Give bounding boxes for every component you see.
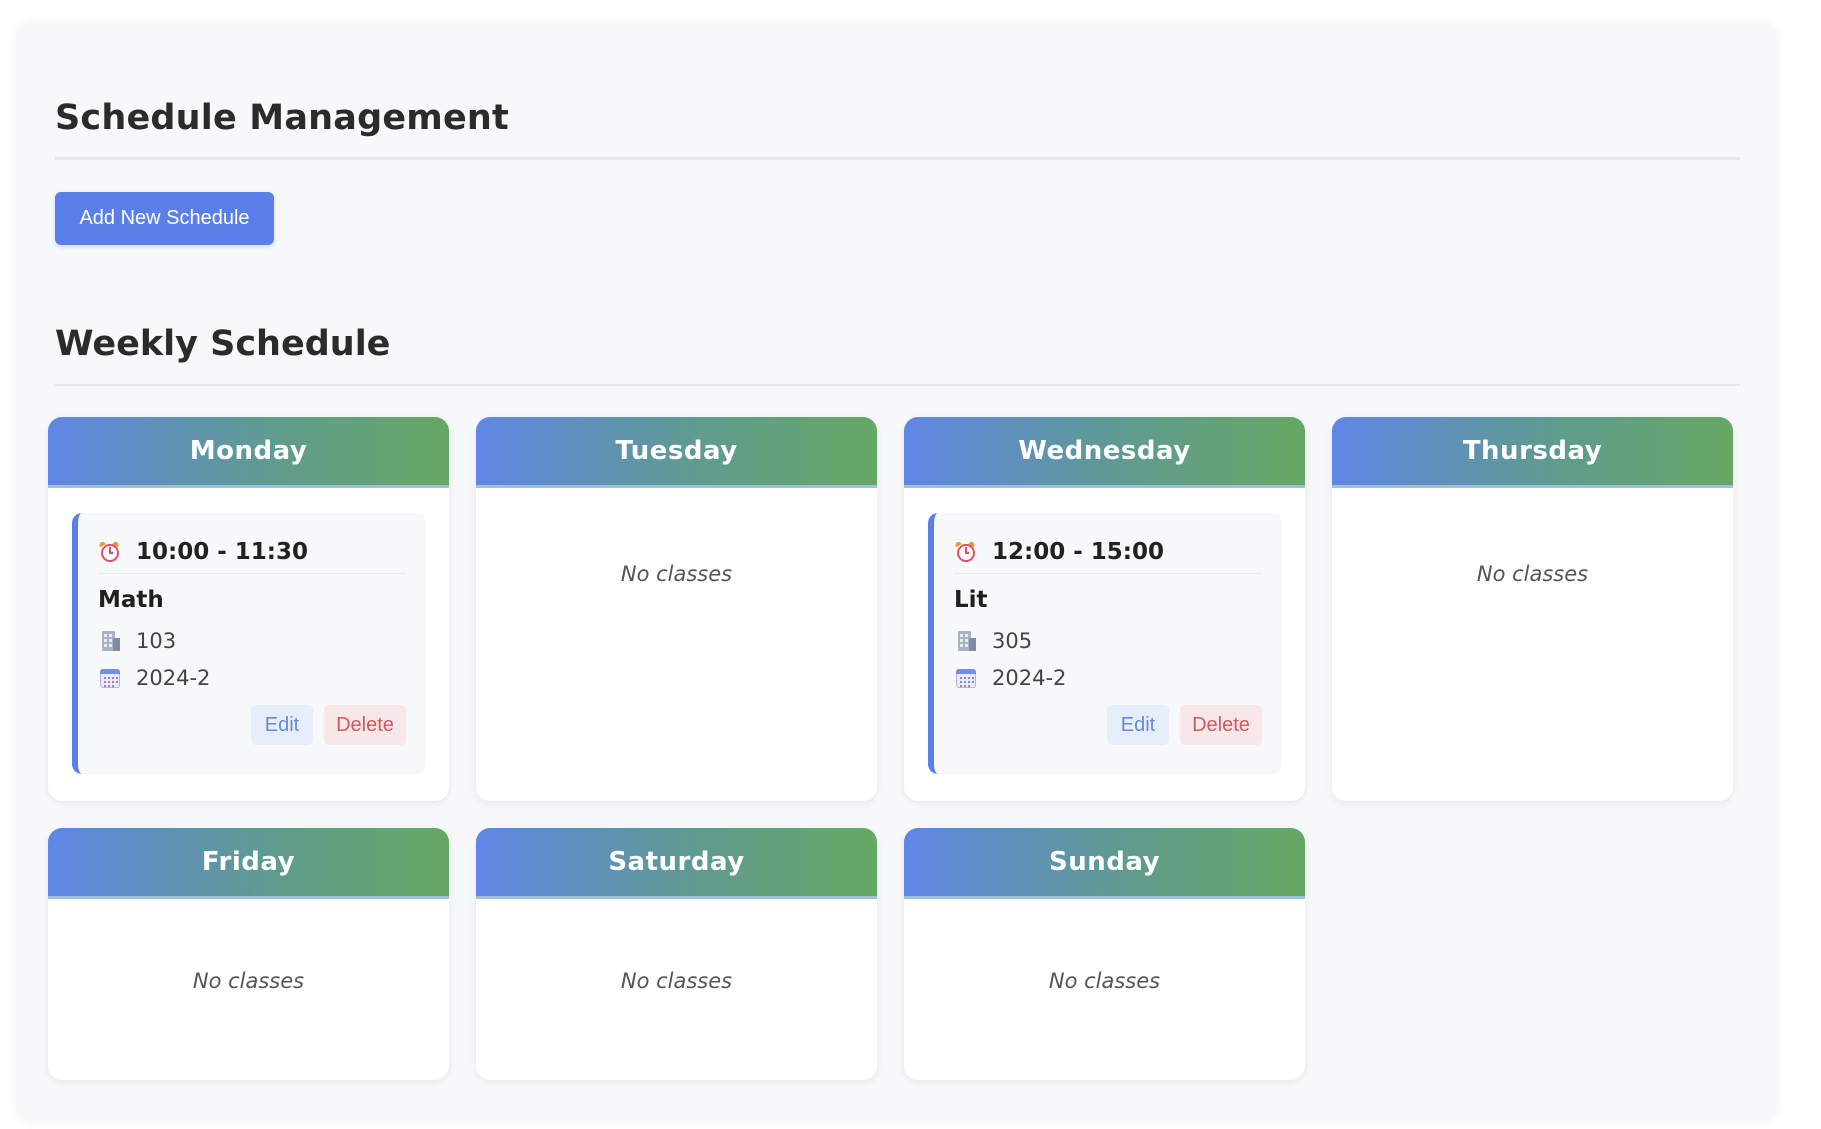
page-title: Schedule Management — [55, 98, 509, 138]
day-card-thursday: Thursday No classes — [1332, 417, 1733, 801]
day-card-saturday: Saturday No classes — [476, 828, 877, 1080]
edit-button[interactable]: Edit — [1107, 705, 1169, 745]
entry-term: 2024-2 — [954, 666, 1066, 690]
delete-button[interactable]: Delete — [324, 705, 406, 745]
entry-term-value: 2024-2 — [992, 666, 1067, 690]
day-body-sunday: No classes — [904, 899, 1305, 1080]
no-classes-label: No classes — [1048, 969, 1161, 993]
weekly-schedule-title: Weekly Schedule — [55, 324, 391, 364]
day-body-tuesday: No classes — [476, 488, 877, 801]
schedule-entry: 12:00 - 15:00 Lit 305 2024-2 Edit Delete — [928, 513, 1282, 774]
entry-subject: Math — [98, 587, 164, 613]
entry-room: 103 — [98, 629, 176, 653]
day-body-thursday: No classes — [1332, 488, 1733, 801]
day-card-wednesday: Wednesday 12:00 - 15:00 Lit 305 2024-2 E… — [904, 417, 1305, 801]
schedule-entry: 10:00 - 11:30 Math 103 2024-2 Edit Delet… — [72, 513, 426, 774]
no-classes-label: No classes — [620, 562, 733, 586]
day-header-wednesday: Wednesday — [904, 417, 1305, 488]
entry-actions: Edit Delete — [251, 705, 406, 745]
weekly-divider — [55, 384, 1740, 386]
delete-button[interactable]: Delete — [1180, 705, 1262, 745]
entry-term: 2024-2 — [98, 666, 210, 690]
day-card-tuesday: Tuesday No classes — [476, 417, 877, 801]
entry-room: 305 — [954, 629, 1032, 653]
edit-button[interactable]: Edit — [251, 705, 313, 745]
schedule-panel: Schedule Management Add New Schedule Wee… — [16, 22, 1778, 1122]
no-classes-label: No classes — [192, 969, 305, 993]
day-header-thursday: Thursday — [1332, 417, 1733, 488]
entry-time-row: 12:00 - 15:00 — [954, 531, 1262, 574]
entry-term-value: 2024-2 — [136, 666, 211, 690]
day-card-monday: Monday 10:00 - 11:30 Math 103 2024-2 Edi… — [48, 417, 449, 801]
day-header-tuesday: Tuesday — [476, 417, 877, 488]
entry-actions: Edit Delete — [1107, 705, 1262, 745]
add-new-schedule-button[interactable]: Add New Schedule — [55, 192, 274, 245]
entry-room-value: 103 — [136, 629, 177, 653]
building-icon — [954, 629, 978, 653]
no-classes-label: No classes — [1476, 562, 1589, 586]
building-icon — [98, 629, 122, 653]
no-classes-label: No classes — [620, 969, 733, 993]
entry-subject: Lit — [954, 587, 988, 613]
entry-room-value: 305 — [992, 629, 1033, 653]
entry-time-row: 10:00 - 11:30 — [98, 531, 406, 574]
entry-time: 12:00 - 15:00 — [992, 539, 1164, 565]
day-body-friday: No classes — [48, 899, 449, 1080]
title-divider — [55, 157, 1740, 160]
day-body-saturday: No classes — [476, 899, 877, 1080]
alarm-clock-icon — [954, 540, 978, 564]
day-card-friday: Friday No classes — [48, 828, 449, 1080]
entry-time: 10:00 - 11:30 — [136, 539, 308, 565]
day-header-sunday: Sunday — [904, 828, 1305, 899]
day-header-friday: Friday — [48, 828, 449, 899]
alarm-clock-icon — [98, 540, 122, 564]
day-body-monday: 10:00 - 11:30 Math 103 2024-2 Edit Delet… — [48, 488, 449, 801]
day-header-saturday: Saturday — [476, 828, 877, 899]
calendar-icon — [98, 666, 122, 690]
calendar-icon — [954, 666, 978, 690]
week-grid: Monday 10:00 - 11:30 Math 103 2024-2 Edi… — [48, 417, 1740, 1080]
day-body-wednesday: 12:00 - 15:00 Lit 305 2024-2 Edit Delete — [904, 488, 1305, 801]
day-header-monday: Monday — [48, 417, 449, 488]
day-card-sunday: Sunday No classes — [904, 828, 1305, 1080]
